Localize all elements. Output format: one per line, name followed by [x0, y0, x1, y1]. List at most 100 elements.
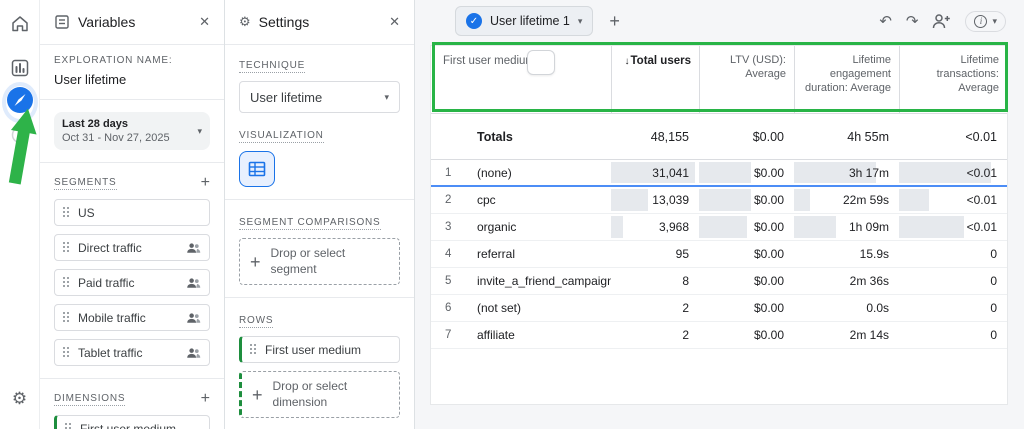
row-dimension[interactable]: organic — [465, 220, 611, 234]
close-variables-icon[interactable]: ✕ — [199, 14, 210, 30]
variables-panel: Variables ✕ EXPLORATION NAME: User lifet… — [40, 0, 225, 429]
cell-transactions[interactable]: 0 — [899, 322, 1007, 348]
segment-chip[interactable]: Mobile traffic — [54, 304, 210, 331]
annotation-white-box — [527, 50, 555, 75]
segment-drop-zone[interactable]: + Drop or select segment — [239, 238, 400, 285]
row-dimension[interactable]: invite_a_friend_campaign — [465, 274, 611, 288]
cell-ltv[interactable]: $0.00 — [699, 160, 794, 185]
cell-ltv[interactable]: $0.00 — [699, 295, 794, 321]
cell-transactions[interactable]: 0 — [899, 241, 1007, 267]
redo-icon[interactable]: ↷ — [906, 12, 919, 30]
tab-user-lifetime-1[interactable]: ✓ User lifetime 1 ▾ — [455, 6, 593, 36]
technique-label: TECHNIQUE — [239, 60, 305, 73]
row-dimension[interactable]: affiliate — [465, 328, 611, 342]
share-users-icon[interactable] — [932, 13, 951, 29]
home-icon[interactable] — [10, 14, 30, 39]
row-dimension[interactable]: referral — [465, 247, 611, 261]
cell-duration[interactable]: 2m 14s — [794, 322, 899, 348]
cell-ltv[interactable]: $0.00 — [699, 268, 794, 294]
cell-total-users[interactable]: 13,039 — [611, 187, 699, 213]
cell-total-users[interactable]: 95 — [611, 241, 699, 267]
exploration-canvas: ✓ User lifetime 1 ▾ + ↶ ↷ i ▾ First user… — [415, 0, 1024, 429]
cell-ltv[interactable]: $0.00 — [699, 241, 794, 267]
table-header-row: First user medium ↓Total users LTV (USD)… — [431, 46, 1007, 114]
dimension-drop-text: Drop or select dimension — [273, 379, 363, 410]
heatmap-shade — [611, 189, 648, 211]
technique-select[interactable]: User lifetime ▾ — [239, 81, 400, 113]
cell-total-users[interactable]: 3,968 — [611, 214, 699, 240]
drag-handle-icon[interactable] — [65, 423, 72, 429]
cell-duration[interactable]: 2m 36s — [794, 268, 899, 294]
cell-transactions[interactable]: <0.01 — [899, 160, 1007, 185]
drag-handle-icon[interactable] — [63, 312, 70, 323]
cell-duration[interactable]: 0.0s — [794, 295, 899, 321]
exploration-name-value[interactable]: User lifetime — [54, 72, 210, 87]
cell-ltv[interactable]: $0.00 — [699, 187, 794, 213]
cell-total-users[interactable]: 31,041 — [611, 160, 699, 185]
segment-label: Direct traffic — [78, 241, 142, 255]
explore-icon[interactable] — [6, 86, 34, 119]
cell-transactions[interactable]: <0.01 — [899, 187, 1007, 213]
close-settings-icon[interactable]: ✕ — [389, 14, 400, 30]
row-number: 2 — [431, 194, 465, 206]
row-number: 5 — [431, 275, 465, 287]
segment-chip[interactable]: Direct traffic — [54, 234, 210, 261]
row-dimension[interactable]: cpc — [465, 193, 611, 207]
divider — [225, 297, 414, 298]
cell-duration[interactable]: 15.9s — [794, 241, 899, 267]
cell-total-users[interactable]: 2 — [611, 295, 699, 321]
segment-chip[interactable]: Tablet traffic — [54, 339, 210, 366]
drag-handle-icon[interactable] — [63, 207, 70, 218]
heatmap-shade — [794, 189, 810, 211]
cell-total-users[interactable]: 2 — [611, 322, 699, 348]
cell-ltv[interactable]: $0.00 — [699, 322, 794, 348]
rows-dimension-chip[interactable]: First user medium — [239, 336, 400, 363]
variables-title: Variables — [78, 14, 135, 30]
drag-handle-icon[interactable] — [250, 344, 257, 355]
segment-chip[interactable]: US — [54, 199, 210, 226]
segment-chip[interactable]: Paid traffic — [54, 269, 210, 296]
dimension-drop-zone[interactable]: + Drop or select dimension — [239, 371, 400, 418]
table-row: 5 invite_a_friend_campaign 8 $0.00 2m 36… — [431, 268, 1007, 295]
technique-value: User lifetime — [250, 90, 322, 105]
table-icon — [248, 160, 266, 178]
cell-total-users[interactable]: 8 — [611, 268, 699, 294]
add-segment-button[interactable]: + — [201, 175, 210, 191]
column-header-duration[interactable]: Lifetime engagement duration: Average — [794, 46, 899, 113]
variables-icon — [54, 14, 70, 30]
cell-transactions[interactable]: 0 — [899, 295, 1007, 321]
heatmap-shade — [699, 216, 747, 238]
divider — [225, 199, 414, 200]
cell-duration[interactable]: 3h 17m — [794, 160, 899, 185]
table-visualization-button[interactable] — [239, 151, 275, 187]
cell-duration[interactable]: 1h 09m — [794, 214, 899, 240]
drag-handle-icon[interactable] — [63, 277, 70, 288]
column-header-transactions[interactable]: Lifetime transactions: Average — [899, 46, 1007, 113]
reports-icon[interactable] — [10, 58, 30, 83]
cell-transactions[interactable]: <0.01 — [899, 214, 1007, 240]
add-dimension-button[interactable]: + — [201, 391, 210, 407]
dimension-chip[interactable]: First user medium — [54, 415, 210, 429]
drag-handle-icon[interactable] — [63, 347, 70, 358]
row-number: 7 — [431, 329, 465, 341]
cell-duration[interactable]: 22m 59s — [794, 187, 899, 213]
row-dimension[interactable]: (none) — [465, 166, 611, 180]
drag-handle-icon[interactable] — [63, 242, 70, 253]
cell-transactions[interactable]: 0 — [899, 268, 1007, 294]
table-row: 4 referral 95 $0.00 15.9s 0 — [431, 241, 1007, 268]
cell-ltv[interactable]: $0.00 — [699, 214, 794, 240]
column-header-ltv[interactable]: LTV (USD): Average — [699, 46, 794, 113]
add-tab-button[interactable]: + — [605, 11, 624, 32]
row-dimension[interactable]: (not set) — [465, 301, 611, 315]
column-header-dimension[interactable]: First user medium — [431, 46, 611, 113]
people-icon — [186, 277, 201, 289]
settings-panel: ⚙ Settings ✕ TECHNIQUE User lifetime ▾ V… — [225, 0, 415, 429]
column-header-total-users[interactable]: ↓Total users — [611, 46, 699, 113]
admin-gear-icon[interactable]: ⚙ — [12, 390, 27, 407]
date-range-selector[interactable]: Last 28 days Oct 31 - Nov 27, 2025 ▾ — [54, 112, 210, 150]
undo-icon[interactable]: ↶ — [879, 12, 892, 30]
info-menu-button[interactable]: i ▾ — [965, 11, 1006, 32]
heatmap-shade — [899, 189, 929, 211]
advertising-icon[interactable] — [11, 126, 29, 149]
settings-gear-icon: ⚙ — [239, 14, 251, 30]
